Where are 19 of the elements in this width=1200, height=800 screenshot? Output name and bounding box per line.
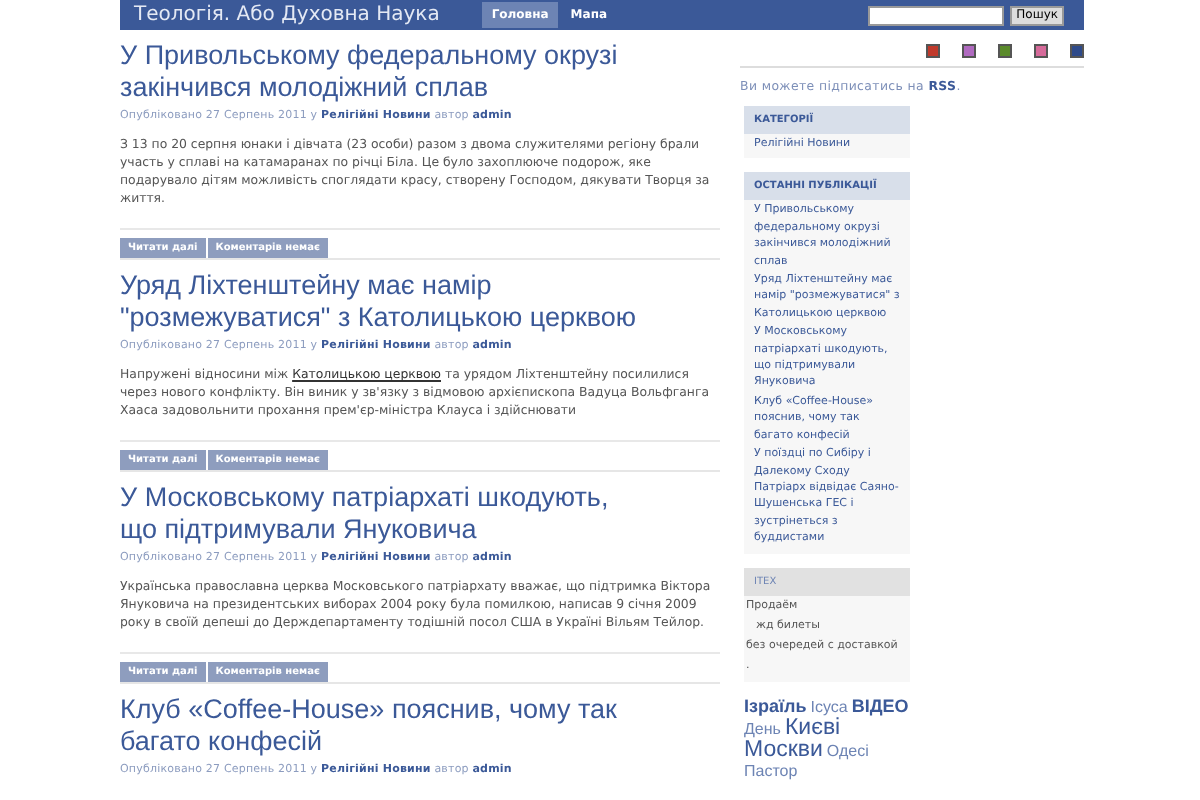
tag-link[interactable]: Ізраїль: [744, 695, 807, 716]
search-field[interactable]: [868, 5, 1005, 25]
post-title[interactable]: Клуб «Coffee-House» пояснив, чому так багато конфесій: [120, 694, 720, 758]
post-title[interactable]: У Московському патріархаті шкодують, що підтримували Януковича: [120, 482, 720, 546]
tag-link[interactable]: Одесі: [826, 741, 869, 762]
color-swatch[interactable]: [1034, 44, 1048, 58]
tag-link[interactable]: Києві: [784, 717, 841, 738]
tag-link[interactable]: Ісуса: [810, 697, 848, 718]
tag-link[interactable]: Пастор: [744, 761, 798, 782]
tag-link[interactable]: ВІДЕО: [851, 695, 909, 716]
color-swatch[interactable]: [962, 44, 976, 58]
tag-link[interactable]: День: [744, 719, 781, 740]
post-title[interactable]: У Привольському федеральному окрузі закінчився молодіжний сплав: [120, 40, 720, 104]
color-swatch[interactable]: [926, 44, 940, 58]
tag-link[interactable]: Москви: [744, 739, 823, 760]
color-swatch[interactable]: [998, 44, 1012, 58]
post-title[interactable]: Уряд Ліхтенштейну має намір "розмежуватися" з Католицькою церквою: [120, 270, 720, 334]
color-swatch[interactable]: [1070, 44, 1084, 58]
site-title[interactable]: Теологія. Або Духовна Наука: [134, 4, 440, 26]
